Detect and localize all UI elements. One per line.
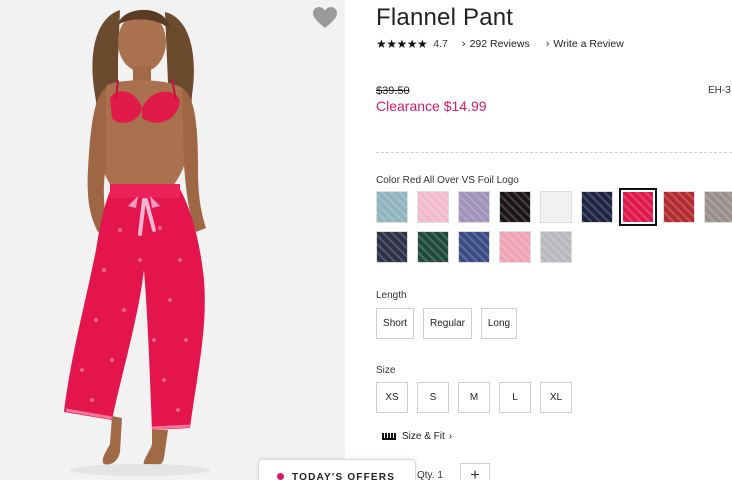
rating-row: ★★★★★ 4.7 › 292 Reviews › Write a Review: [376, 37, 624, 51]
item-code: EH-3: [708, 85, 731, 96]
swatch-pattern: [541, 192, 571, 222]
chevron-right-icon: ›: [448, 431, 453, 442]
chevron-right-icon: ›: [545, 38, 550, 50]
size-m-button[interactable]: M: [458, 382, 490, 413]
color-swatch[interactable]: [499, 231, 531, 263]
swatch-pattern: [623, 192, 653, 222]
swatch-pattern: [459, 232, 489, 262]
rating-value: 4.7: [433, 38, 448, 50]
offers-dot-icon: [277, 473, 284, 480]
swatch-pattern: [377, 232, 407, 262]
color-swatch[interactable]: [417, 191, 449, 223]
color-swatch[interactable]: [704, 191, 732, 223]
write-review-link[interactable]: Write a Review: [553, 38, 623, 50]
quantity-label: Qty. 1: [417, 470, 443, 480]
product-details: Flannel Pant ★★★★★ 4.7 › 292 Reviews › W…: [376, 0, 732, 480]
product-image-panel: [0, 0, 345, 480]
size-xl-button[interactable]: XL: [540, 382, 572, 413]
size-fit-link[interactable]: Size & Fit ›: [382, 431, 452, 442]
color-swatch[interactable]: [376, 191, 408, 223]
product-title: Flannel Pant: [376, 4, 514, 31]
quantity-plus-button[interactable]: +: [460, 463, 490, 480]
size-xs-button[interactable]: XS: [376, 382, 408, 413]
swatch-pattern: [459, 192, 489, 222]
size-l-button[interactable]: L: [499, 382, 531, 413]
reviews-link[interactable]: 292 Reviews: [470, 38, 530, 50]
chevron-right-icon: ›: [461, 38, 466, 50]
swatch-pattern: [377, 192, 407, 222]
color-swatch[interactable]: [540, 191, 572, 223]
swatch-pattern: [664, 192, 694, 222]
color-label: Color Red All Over VS Foil Logo: [376, 175, 519, 186]
offers-label: TODAY'S OFFERS: [292, 472, 396, 480]
product-model-photo: [0, 0, 345, 480]
color-swatch[interactable]: [458, 191, 490, 223]
color-swatch[interactable]: [499, 191, 531, 223]
todays-offers-tab[interactable]: TODAY'S OFFERS: [258, 459, 416, 480]
color-swatch[interactable]: [417, 231, 449, 263]
star-rating-icon: ★★★★★: [376, 37, 428, 51]
swatch-pattern: [582, 192, 612, 222]
swatch-pattern: [541, 232, 571, 262]
heart-icon[interactable]: [312, 6, 338, 30]
size-fit-label: Size & Fit: [402, 431, 445, 442]
swatch-pattern: [500, 232, 530, 262]
swatch-pattern: [705, 192, 732, 222]
swatch-pattern: [418, 232, 448, 262]
swatch-pattern: [418, 192, 448, 222]
ruler-icon: [382, 433, 396, 440]
size-s-button[interactable]: S: [417, 382, 449, 413]
length-label: Length: [376, 290, 407, 301]
color-swatch[interactable]: [619, 188, 657, 226]
color-swatch[interactable]: [376, 231, 408, 263]
swatch-pattern: [500, 192, 530, 222]
divider: [376, 152, 732, 153]
length-regular-button[interactable]: Regular: [423, 308, 472, 339]
sale-price: Clearance $14.99: [376, 98, 487, 114]
color-swatch[interactable]: [458, 231, 490, 263]
length-long-button[interactable]: Long: [481, 308, 517, 339]
color-swatch[interactable]: [540, 231, 572, 263]
original-price: $39.50: [376, 85, 410, 97]
color-swatch[interactable]: [663, 191, 695, 223]
length-short-button[interactable]: Short: [376, 308, 414, 339]
size-label: Size: [376, 365, 396, 376]
color-swatch[interactable]: [581, 191, 613, 223]
